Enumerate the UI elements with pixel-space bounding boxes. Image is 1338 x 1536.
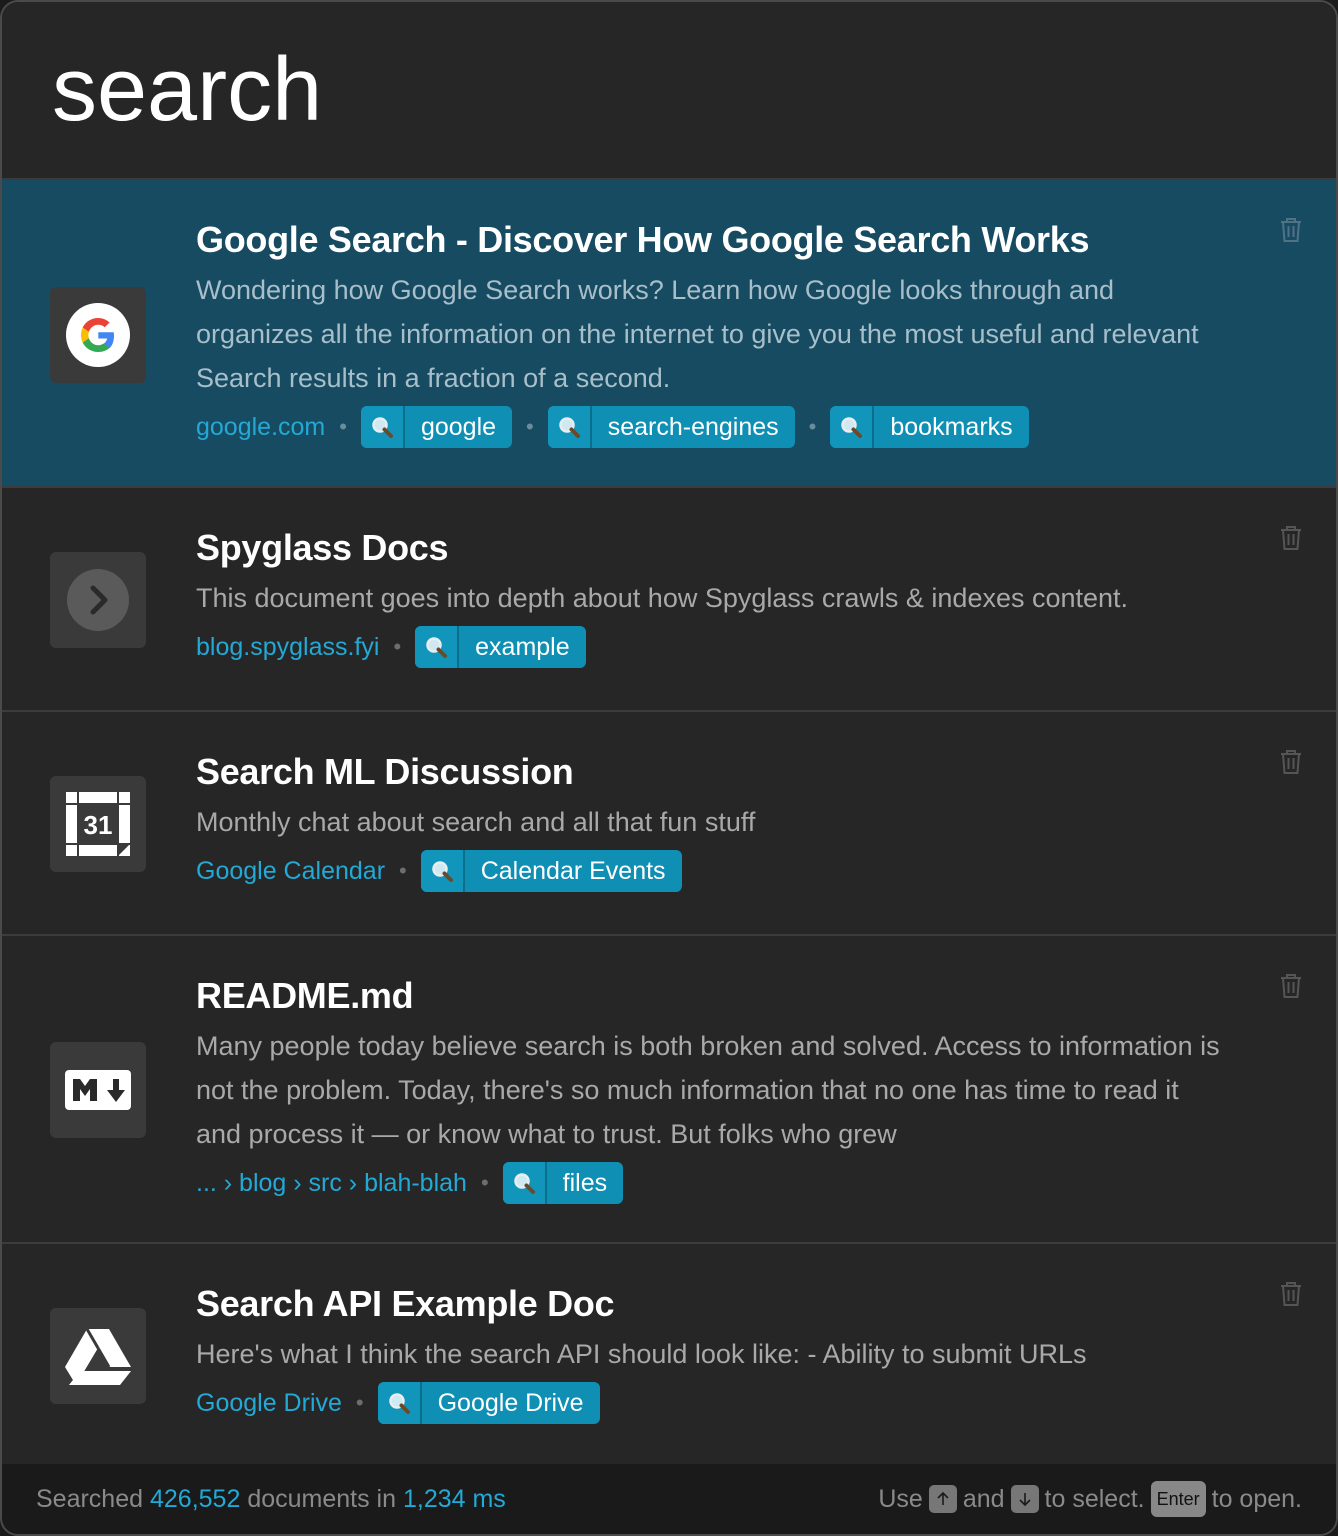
tag-label: search-engines bbox=[607, 412, 779, 441]
result-meta: google.com • google • search-engines • b… bbox=[196, 406, 1226, 448]
calendar-day: 31 bbox=[84, 810, 113, 840]
result-path[interactable]: ... › blog › src › blah-blah bbox=[196, 1169, 467, 1198]
result-body: Search API Example Doc Here's what I thi… bbox=[196, 1282, 1226, 1424]
magnifier-icon bbox=[420, 850, 465, 892]
magnifier-icon bbox=[377, 1382, 422, 1424]
result-domain[interactable]: blog.spyglass.fyi bbox=[196, 633, 379, 662]
result-body: README.md Many people today believe sear… bbox=[196, 974, 1226, 1204]
tag-label: files bbox=[562, 1168, 608, 1197]
trash-icon[interactable] bbox=[1276, 215, 1306, 245]
magnifier-icon bbox=[415, 626, 460, 668]
tag-files[interactable]: files bbox=[502, 1162, 624, 1204]
separator-dot: • bbox=[339, 414, 347, 439]
result-description: Monthly chat about search and all that f… bbox=[196, 807, 756, 837]
hint-use: Use bbox=[878, 1484, 923, 1513]
magnifier-icon bbox=[360, 406, 405, 448]
arrow-up-icon bbox=[928, 1485, 957, 1513]
result-body: Google Search - Discover How Google Sear… bbox=[196, 218, 1226, 448]
trash-icon[interactable] bbox=[1276, 1279, 1306, 1309]
separator-dot: • bbox=[399, 858, 407, 883]
search-input[interactable] bbox=[52, 38, 1252, 142]
trash-icon[interactable] bbox=[1276, 971, 1306, 1001]
result-title[interactable]: Spyglass Docs bbox=[196, 526, 1226, 570]
result-description: Many people today believe search is both… bbox=[196, 1031, 1220, 1149]
google-logo-icon bbox=[50, 287, 146, 383]
result-description: This document goes into depth about how … bbox=[196, 583, 1129, 613]
tag-label: google bbox=[420, 412, 497, 441]
status-footer: Searched 426,552 documents in 1,234 ms U… bbox=[2, 1464, 1336, 1534]
separator-dot: • bbox=[355, 1390, 364, 1415]
tag-label: bookmarks bbox=[890, 412, 1013, 441]
tag-bookmarks[interactable]: bookmarks bbox=[830, 406, 1029, 448]
doc-count: 426,552 bbox=[149, 1484, 241, 1513]
magnifier-icon bbox=[830, 406, 875, 448]
markdown-icon bbox=[50, 1042, 146, 1138]
magnifier-icon bbox=[547, 406, 592, 448]
result-domain[interactable]: Google Drive bbox=[196, 1389, 342, 1418]
hint-to-select: to select. bbox=[1044, 1484, 1145, 1513]
result-title[interactable]: Search ML Discussion bbox=[196, 750, 1226, 794]
stats-middle: documents in bbox=[247, 1484, 397, 1513]
result-domain[interactable]: Google Calendar bbox=[196, 857, 385, 886]
result-domain[interactable]: google.com bbox=[196, 413, 325, 442]
trash-icon[interactable] bbox=[1276, 523, 1306, 553]
result-title[interactable]: Search API Example Doc bbox=[196, 1282, 1226, 1326]
tag-google[interactable]: google bbox=[360, 406, 513, 448]
stats-prefix: Searched bbox=[36, 1484, 144, 1513]
google-drive-icon bbox=[50, 1308, 146, 1404]
hint-to-open: to open. bbox=[1211, 1484, 1302, 1513]
separator-dot: • bbox=[526, 414, 534, 439]
search-duration: 1,234 ms bbox=[402, 1484, 506, 1513]
result-title[interactable]: README.md bbox=[196, 974, 1226, 1018]
result-item[interactable]: Spyglass Docs This document goes into de… bbox=[2, 488, 1336, 712]
result-description: Here's what I think the search API shoul… bbox=[196, 1339, 1087, 1369]
result-body: Spyglass Docs This document goes into de… bbox=[196, 526, 1226, 668]
trash-icon[interactable] bbox=[1276, 747, 1306, 777]
result-item[interactable]: Google Search - Discover How Google Sear… bbox=[2, 180, 1336, 488]
calendar-icon: 31 bbox=[50, 776, 146, 872]
keyboard-hint: Use and to select. Enter to open. bbox=[878, 1481, 1302, 1517]
chevron-right-icon bbox=[50, 552, 146, 648]
result-body: Search ML Discussion Monthly chat about … bbox=[196, 750, 1226, 892]
search-stats: Searched 426,552 documents in 1,234 ms bbox=[36, 1485, 506, 1514]
separator-dot: • bbox=[393, 634, 402, 659]
tag-label: Calendar Events bbox=[480, 856, 666, 885]
app-window: Google Search - Discover How Google Sear… bbox=[0, 0, 1338, 1536]
result-item[interactable]: 31 Search ML Discussion Monthly chat abo… bbox=[2, 712, 1336, 936]
separator-dot: • bbox=[808, 414, 817, 439]
result-description: Wondering how Google Search works? Learn… bbox=[196, 275, 1199, 393]
result-item[interactable]: README.md Many people today believe sear… bbox=[2, 936, 1336, 1244]
result-meta: ... › blog › src › blah-blah • files bbox=[196, 1162, 1226, 1204]
enter-key: Enter bbox=[1150, 1481, 1206, 1517]
search-bar bbox=[2, 2, 1336, 180]
result-item[interactable]: Search API Example Doc Here's what I thi… bbox=[2, 1244, 1336, 1468]
result-meta: blog.spyglass.fyi • example bbox=[196, 626, 1226, 668]
separator-dot: • bbox=[480, 1170, 489, 1195]
tag-label: example bbox=[475, 632, 570, 661]
result-title[interactable]: Google Search - Discover How Google Sear… bbox=[196, 218, 1226, 262]
tag-calendar-events[interactable]: Calendar Events bbox=[420, 850, 682, 892]
magnifier-icon bbox=[502, 1162, 547, 1204]
results-list: Google Search - Discover How Google Sear… bbox=[2, 180, 1336, 1468]
result-meta: Google Calendar • Calendar Events bbox=[196, 850, 1226, 892]
tag-google-drive[interactable]: Google Drive bbox=[377, 1382, 600, 1424]
tag-label: Google Drive bbox=[437, 1388, 584, 1417]
result-meta: Google Drive • Google Drive bbox=[196, 1382, 1226, 1424]
tag-example[interactable]: example bbox=[415, 626, 586, 668]
hint-and: and bbox=[962, 1484, 1005, 1513]
tag-search-engines[interactable]: search-engines bbox=[547, 406, 795, 448]
arrow-down-icon bbox=[1010, 1485, 1039, 1513]
